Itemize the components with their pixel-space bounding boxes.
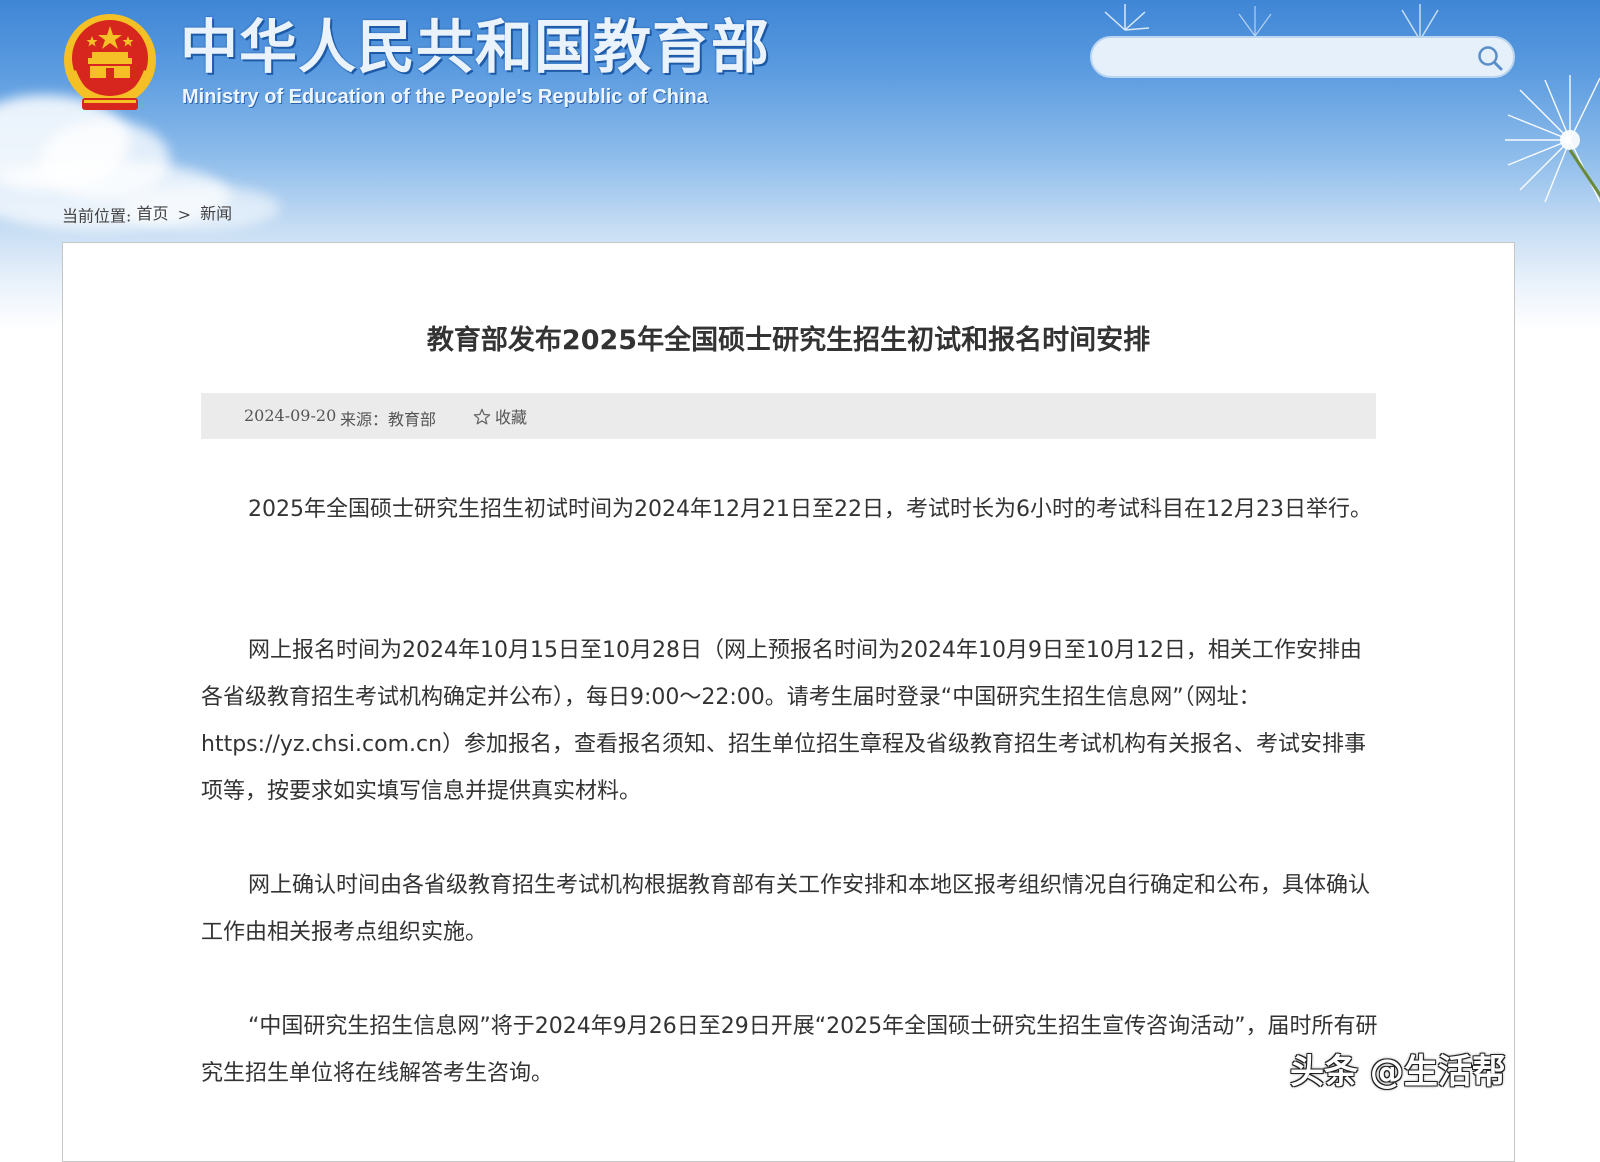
article-date: 2024-09-20 (244, 406, 337, 425)
search-icon[interactable] (1475, 43, 1505, 73)
breadcrumb: 当前位置: 首页 > 新闻 (62, 200, 232, 227)
breadcrumb-home-link[interactable]: 首页 (137, 204, 169, 223)
national-emblem-icon (64, 14, 156, 110)
favorite-label: 收藏 (495, 408, 528, 427)
breadcrumb-prefix: 当前位置: (62, 206, 132, 226)
search-box (1090, 36, 1515, 78)
article-paragraph: 网上报名时间为2024年10月15日至10月28日（网上预报名时间为2024年1… (201, 638, 1367, 804)
search-input[interactable] (1108, 44, 1462, 72)
breadcrumb-separator: > (177, 205, 192, 224)
breadcrumb-news-link[interactable]: 新闻 (200, 204, 232, 223)
star-icon (473, 408, 491, 425)
article-paragraph: “中国研究生招生信息网”将于2024年9月26日至29日开展“2025年全国硕士… (201, 1014, 1378, 1086)
watermark: 头条 @生活帮 (1290, 1052, 1506, 1092)
favorite-button[interactable]: 收藏 (473, 404, 527, 428)
article-paragraph: 网上确认时间由各省级教育招生考试机构根据教育部有关工作安排和本地区报考组织情况自… (201, 873, 1371, 945)
article-meta-bar: 2024-09-20 来源：教育部 收藏 (201, 393, 1376, 439)
article-paragraph: 2025年全国硕士研究生招生初试时间为2024年12月21日至22日，考试时长为… (248, 497, 1372, 522)
article-source: 来源：教育部 (340, 410, 437, 429)
site-title: 中华人民共和国教育部 (180, 13, 771, 81)
site-subtitle: Ministry of Education of the People's Re… (182, 86, 708, 108)
article-title: 教育部发布2025年全国硕士研究生招生初试和报名时间安排 (426, 325, 1151, 356)
dandelion-decoration (1505, 75, 1600, 203)
